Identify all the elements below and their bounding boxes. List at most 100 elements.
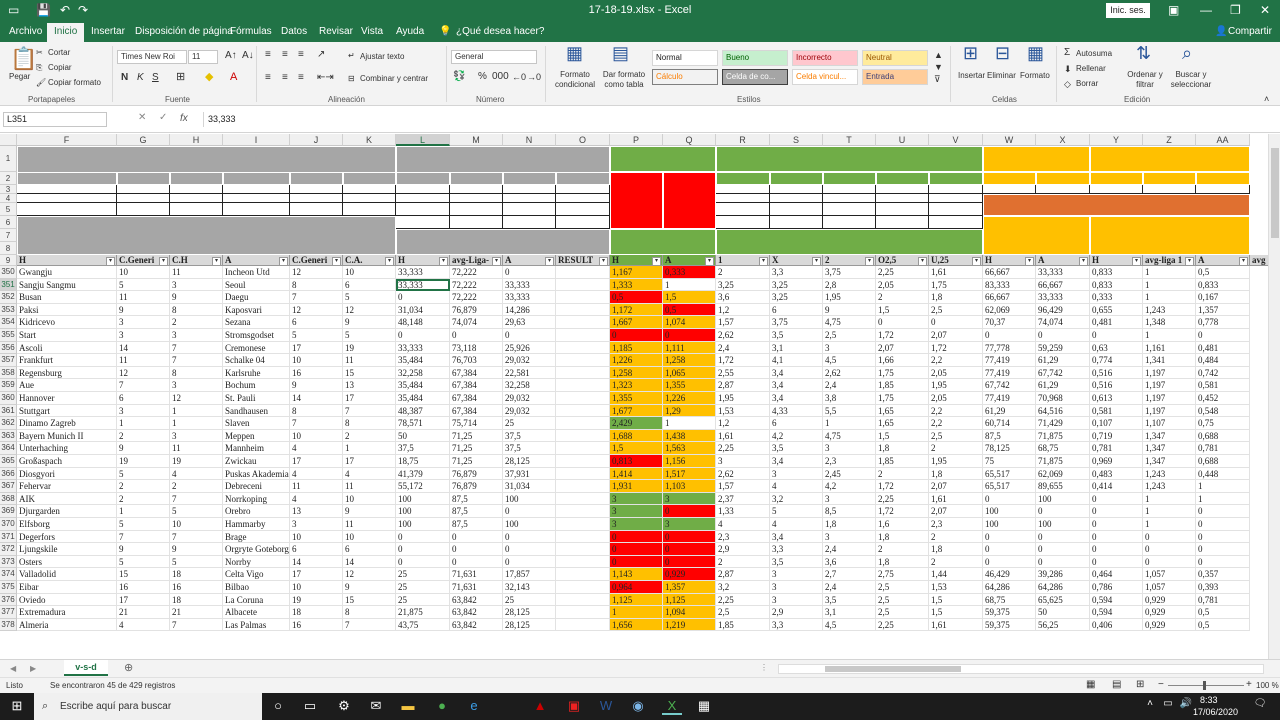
format-painter-icon[interactable]: 🖌 [36,78,46,88]
cell[interactable]: Sandhausen [223,404,290,418]
cell[interactable]: 0 [1090,555,1143,569]
cell[interactable]: 0 [503,555,556,569]
cell[interactable]: 100 [983,518,1036,531]
bold-button[interactable]: N [121,73,128,83]
decimal-decrease-icon[interactable]: →0 [527,72,541,82]
cell[interactable]: 25 [396,581,450,594]
cell[interactable]: 7 [170,341,223,355]
cell[interactable]: 1,517 [663,467,716,481]
cell[interactable]: Diosgyori [17,467,117,481]
cell[interactable]: 12 [170,392,223,405]
cell[interactable]: 10 [170,518,223,531]
cell[interactable]: 2,75 [876,568,929,581]
cell[interactable]: 2,55 [716,366,770,380]
cell[interactable]: 1,95 [716,392,770,405]
cell[interactable]: 10 [343,492,396,506]
cell[interactable]: 1,75 [876,392,929,405]
cell[interactable]: 39,286 [1036,568,1090,581]
row-header-361[interactable]: 361 [0,404,17,418]
cell[interactable] [556,341,610,355]
minimize-icon[interactable]: — [1200,3,1212,17]
cell[interactable]: 14 [117,341,170,355]
cell[interactable]: 1,355 [663,379,716,392]
cell[interactable]: 100 [503,518,556,531]
cell[interactable]: 9 [117,303,170,317]
cortana-icon[interactable]: ○ [268,698,288,713]
restore-icon[interactable]: ❐ [1230,3,1241,17]
shrink-font-icon[interactable]: A↓ [242,51,254,61]
row-header-1[interactable]: 1 [0,146,17,172]
cell[interactable]: 1,66 [876,354,929,367]
cell[interactable]: 4,2 [823,480,876,493]
cell[interactable]: 75 [983,455,1036,468]
cell[interactable]: 64,516 [1036,404,1090,418]
cell[interactable]: 67,742 [983,379,1036,392]
cell[interactable]: 0,167 [1196,291,1250,304]
cell[interactable]: 33,333 [503,278,556,292]
cell[interactable]: 2,8 [823,278,876,292]
cell[interactable]: 1 [1143,266,1196,279]
cell[interactable]: 65,517 [983,467,1036,481]
percent-icon[interactable]: % [478,72,487,82]
word-icon[interactable]: W [596,698,616,713]
cell[interactable]: 2 [876,467,929,481]
cell[interactable]: 3 [770,581,823,594]
cell[interactable]: 50 [1036,606,1090,619]
style-calculo[interactable]: Cálculo [652,69,718,85]
cell[interactable]: 2 [716,555,770,569]
cell[interactable]: 1,197 [1143,392,1196,405]
cell[interactable]: 0 [396,530,450,544]
filter-dropdown-icon[interactable]: ▾ [212,257,221,266]
cell[interactable]: 2 [876,291,929,304]
cell[interactable] [556,392,610,405]
cell[interactable]: 2,62 [716,329,770,342]
row-header-353[interactable]: 353 [0,303,17,317]
cell[interactable]: 3,25 [716,278,770,292]
cell[interactable]: 1,44 [929,568,983,581]
cell[interactable]: 0,929 [1143,606,1196,619]
cell[interactable]: 8,5 [823,505,876,518]
cell[interactable]: 0,781 [1196,442,1250,455]
cell[interactable]: 6 [290,316,343,329]
wrap-text-icon[interactable]: ↵ [348,51,355,61]
filter-dropdown-icon[interactable]: ▾ [439,257,448,266]
cell[interactable]: Stuttgart [17,404,117,418]
cell[interactable]: 33,333 [1036,266,1090,279]
cell[interactable]: 3,8 [823,392,876,405]
cell[interactable] [556,606,610,619]
cell[interactable]: Paksi [17,303,117,317]
sort-filter-icon[interactable]: ⇅ [1136,44,1151,62]
cell[interactable]: Gwangju [17,266,117,279]
cell[interactable]: 55,172 [396,480,450,493]
cell[interactable]: 0 [663,505,716,518]
currency-icon[interactable]: 💱 [453,72,465,82]
cell[interactable]: 72,222 [450,278,503,292]
cell[interactable]: 56,25 [1036,618,1090,632]
cell[interactable]: 0,688 [1196,429,1250,443]
notifications-icon[interactable]: 🗨 [1250,698,1270,709]
cell[interactable]: Las Palmas [223,618,290,632]
cell[interactable]: 4,2 [770,429,823,443]
cell[interactable]: 1,95 [929,379,983,392]
cell[interactable]: 1,61 [929,266,983,279]
cell[interactable]: 0 [450,543,503,556]
sheet-options-icon[interactable]: ⋮ [760,663,768,673]
cell[interactable]: 1,5 [876,429,929,443]
cell[interactable]: Meppen [223,429,290,443]
cell[interactable]: Albacete [223,606,290,619]
cell[interactable]: 5 [770,505,823,518]
cell[interactable]: 0,594 [1090,606,1143,619]
collapse-ribbon-icon[interactable]: ˄ [1264,94,1269,104]
cell[interactable]: 25 [396,568,450,581]
cell[interactable]: 1,348 [1143,316,1196,329]
cell[interactable]: 62,069 [983,303,1036,317]
cell[interactable]: 11 [170,442,223,455]
cell[interactable]: 3,6 [716,291,770,304]
taskbar-search[interactable]: Escribe aquí para buscar [34,693,262,720]
cell[interactable]: 7 [343,404,396,418]
cell[interactable]: 59,259 [1036,341,1090,355]
cell[interactable]: Osters [17,555,117,569]
share-button[interactable]: Compartir [1228,26,1272,37]
cell[interactable]: 3 [117,316,170,329]
cell[interactable]: 3 [610,492,663,506]
